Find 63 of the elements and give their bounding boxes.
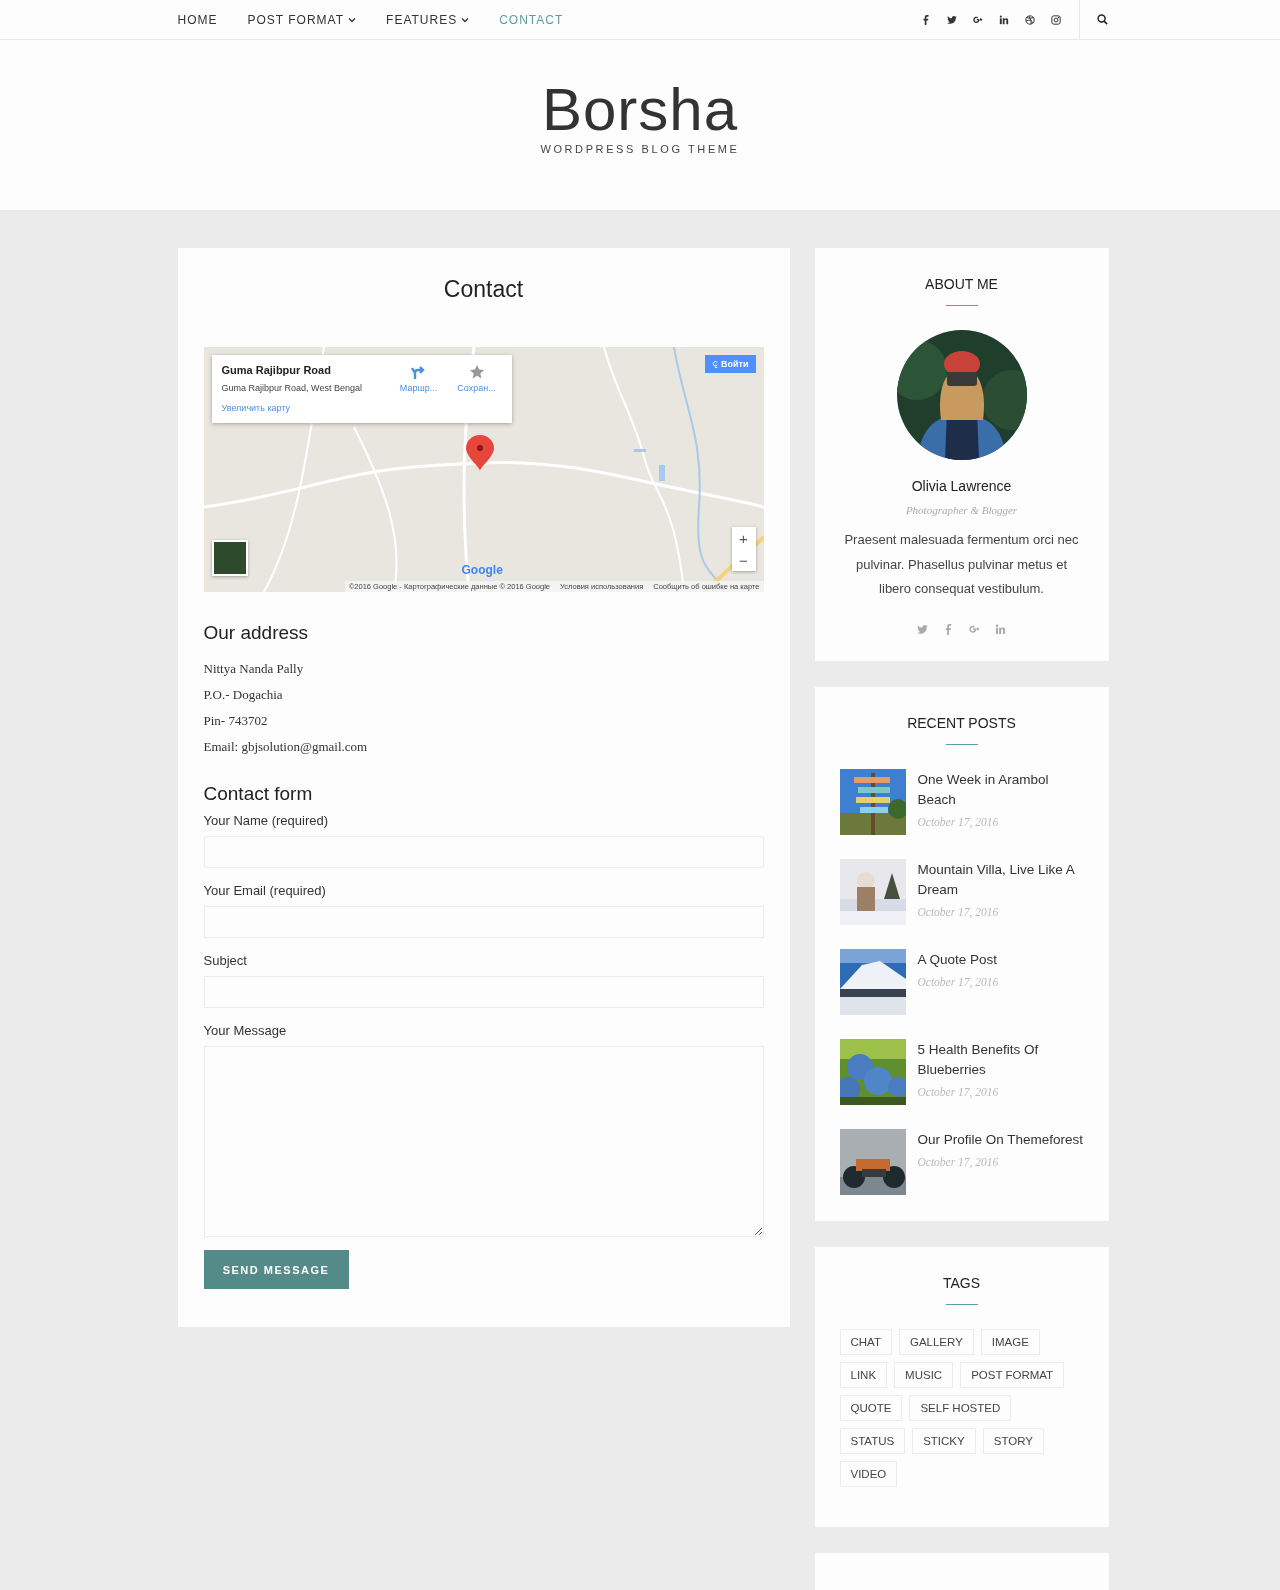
post-date: October 17, 2016 (917, 1155, 1000, 1168)
post-date: October 17, 2016 (917, 905, 1000, 918)
site-title[interactable]: Borsha (541, 80, 739, 140)
tag-link[interactable]: QUOTE (839, 1394, 903, 1421)
map-action-link[interactable]: Маршр... (393, 364, 444, 393)
nav-link[interactable]: FEATURES (386, 12, 470, 27)
field-label: Your Message (203, 1023, 288, 1038)
section-heading: Contact form (203, 783, 314, 805)
enlarge-map-link[interactable]: Увеличить карту (221, 403, 291, 413)
star-icon (468, 364, 485, 380)
tag-link[interactable]: LINK (839, 1361, 888, 1388)
post-date: October 17, 2016 (917, 1085, 1000, 1098)
post-date: October 17, 2016 (917, 815, 1000, 828)
tag-link[interactable]: IMAGE (980, 1328, 1040, 1355)
instagram-icon[interactable] (1050, 14, 1061, 25)
post-title-link[interactable]: A Quote Post (917, 949, 999, 970)
twitter-icon[interactable] (946, 14, 957, 25)
tag-link[interactable]: MUSIC (894, 1361, 954, 1388)
tag-link[interactable]: STATUS (839, 1427, 906, 1454)
field-label: Subject (203, 953, 248, 968)
tag-link[interactable]: CHAT (839, 1328, 892, 1355)
address-line: Email: gbjsolution@gmail.com (203, 738, 369, 756)
tag-link[interactable]: STICKY (912, 1427, 976, 1454)
address-line: Pin- 743702 (203, 712, 269, 730)
tag-link[interactable]: SELF HOSTED (909, 1394, 1012, 1421)
widget-title: ABOUT ME (925, 276, 998, 292)
zoom-button[interactable]: − (731, 549, 756, 571)
map-logo: Google (461, 563, 503, 577)
author-name: Olivia Lawrence (911, 478, 1012, 494)
post-title-link[interactable]: 5 Health Benefits Of Blueberries (917, 1039, 1084, 1080)
site-tagline: WORDPRESS BLOG THEME (540, 143, 740, 155)
linkedin-icon[interactable] (998, 14, 1009, 25)
place-name: Guma Rajibpur Road (221, 364, 332, 376)
map-action-link[interactable]: Сохран... (451, 364, 502, 393)
widget-title: RECENT POSTS (907, 714, 1016, 731)
nav-link[interactable]: HOME (177, 12, 218, 27)
post-date: October 17, 2016 (917, 975, 999, 988)
zoom-button[interactable]: + (731, 527, 756, 549)
post-title-link[interactable]: Mountain Villa, Live Like A Dream (917, 859, 1084, 900)
address-line: P.O.- Dogachia (203, 686, 284, 704)
nav-link[interactable]: POST FORMAT (247, 12, 357, 27)
section-heading: Our address (203, 622, 310, 644)
post-title-link[interactable]: Our Profile On Themeforest (917, 1129, 1084, 1150)
tag-link[interactable]: POST FORMAT (960, 1361, 1065, 1388)
field-label: Your Name (required) (203, 813, 330, 828)
message-field[interactable] (203, 1046, 764, 1237)
satellite-view-button[interactable] (211, 540, 248, 576)
tag-link[interactable]: VIDEO (839, 1460, 898, 1487)
address-line: Nittya Nanda Pally (203, 660, 305, 678)
google-plus-icon[interactable] (972, 14, 983, 25)
author-bio: Praesent malesuada fermentum orci nec pulvinar. Phasellus pulvinar metus et libero consequat vestibulum. (843, 531, 1080, 598)
field-label: Your Email (required) (203, 883, 327, 898)
author-role: Photographer & Blogger (905, 504, 1018, 516)
place-address: Guma Rajibpur Road, West Bengal (221, 383, 363, 393)
directions-icon (410, 364, 427, 380)
search-icon[interactable] (1096, 14, 1108, 25)
post-title-link[interactable]: One Week in Arambol Beach (917, 769, 1084, 810)
page-title: Contact (442, 276, 525, 303)
send-message-button[interactable]: SEND MESSAGE (203, 1250, 349, 1289)
tag-link[interactable]: STORY (982, 1427, 1044, 1454)
widget-title: TAGS (942, 1274, 981, 1291)
tag-link[interactable]: GALLERY (898, 1328, 974, 1355)
dribbble-icon[interactable] (1024, 14, 1035, 25)
